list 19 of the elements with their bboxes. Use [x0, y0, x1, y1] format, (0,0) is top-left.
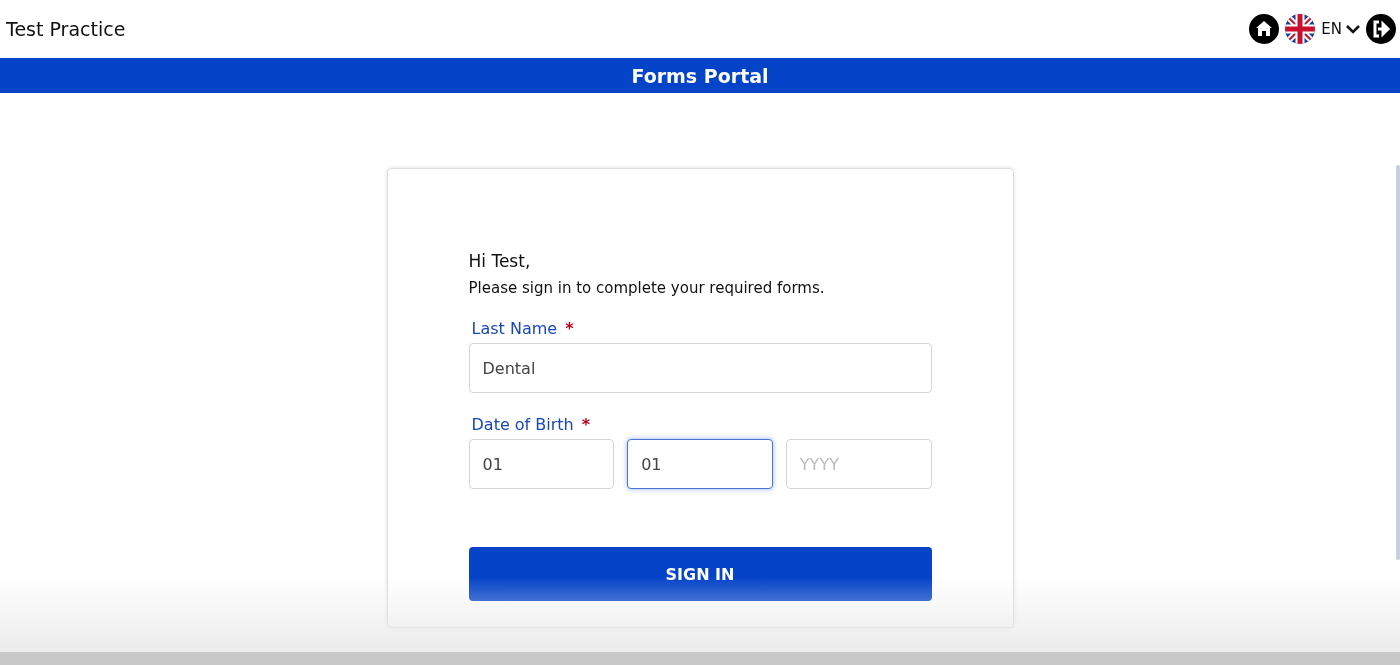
- scrollbar[interactable]: [1396, 165, 1400, 560]
- sign-in-button[interactable]: SIGN IN: [468, 547, 932, 601]
- flag-icon[interactable]: [1285, 14, 1316, 44]
- required-mark: *: [565, 319, 574, 338]
- field-label: Last Name: [471, 319, 558, 338]
- date-field[interactable]: 01: [627, 439, 773, 489]
- required-mark: *: [581, 415, 591, 434]
- chevron-down-icon: [1346, 24, 1360, 34]
- home-icon[interactable]: [1249, 14, 1280, 44]
- last-name-field[interactable]: Dental: [468, 343, 932, 393]
- instructions: Please sign in to complete your required forms.: [468, 279, 826, 297]
- field-label: Date of Birth: [471, 415, 574, 434]
- banner-title: Forms Portal: [631, 64, 769, 87]
- logout-icon[interactable]: [1366, 14, 1396, 44]
- greeting: Hi Test,: [468, 251, 532, 271]
- language-dropdown[interactable]: EN: [1321, 20, 1360, 38]
- app-title: Test Practice: [6, 18, 126, 40]
- date-field[interactable]: YYYY: [785, 439, 932, 489]
- date-field[interactable]: 01: [468, 439, 615, 489]
